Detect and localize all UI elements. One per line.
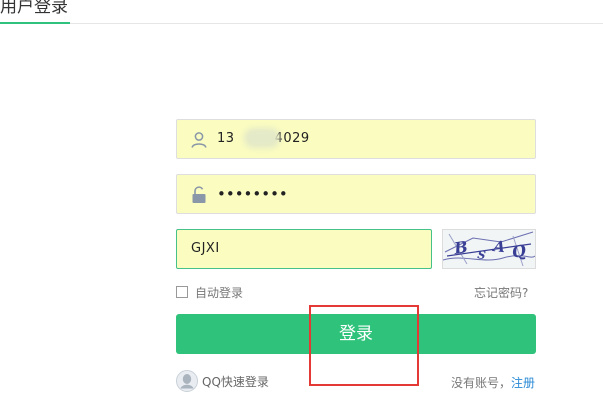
remember-me-option[interactable]: 自动登录: [176, 284, 243, 300]
register-link[interactable]: 注册: [511, 376, 535, 390]
login-page: 用户登录 13 4029 •••••••• GJXI B S A Q 自动登录 …: [0, 0, 603, 400]
register-prompt: 没有账号，注册: [451, 374, 535, 391]
lock-icon: [189, 185, 209, 205]
captcha-image[interactable]: B S A Q: [442, 229, 536, 269]
tab-user-login[interactable]: 用户登录: [0, 0, 70, 24]
captcha-input[interactable]: GJXI: [176, 229, 432, 269]
captcha-value: GJXI: [191, 241, 220, 256]
password-value: ••••••••: [217, 185, 288, 203]
username-field[interactable]: 13 4029: [176, 119, 536, 159]
login-tab-bar: 用户登录: [0, 0, 603, 24]
qq-avatar-icon: [176, 370, 198, 392]
forgot-password-link[interactable]: 忘记密码?: [474, 284, 528, 301]
remember-me-label: 自动登录: [195, 285, 244, 300]
qq-login-label: QQ快速登录: [202, 374, 269, 389]
svg-text:A: A: [491, 237, 506, 256]
password-field[interactable]: ••••••••: [176, 174, 536, 214]
user-icon: [189, 130, 209, 150]
remember-me-checkbox[interactable]: [176, 286, 188, 298]
annotation-highlight-box: [309, 305, 419, 386]
username-prefix: 13: [217, 131, 235, 146]
svg-text:Q: Q: [510, 241, 527, 262]
redaction-blur: [244, 128, 280, 148]
qq-login-link[interactable]: QQ快速登录: [176, 369, 269, 393]
no-account-text: 没有账号，: [451, 376, 512, 390]
